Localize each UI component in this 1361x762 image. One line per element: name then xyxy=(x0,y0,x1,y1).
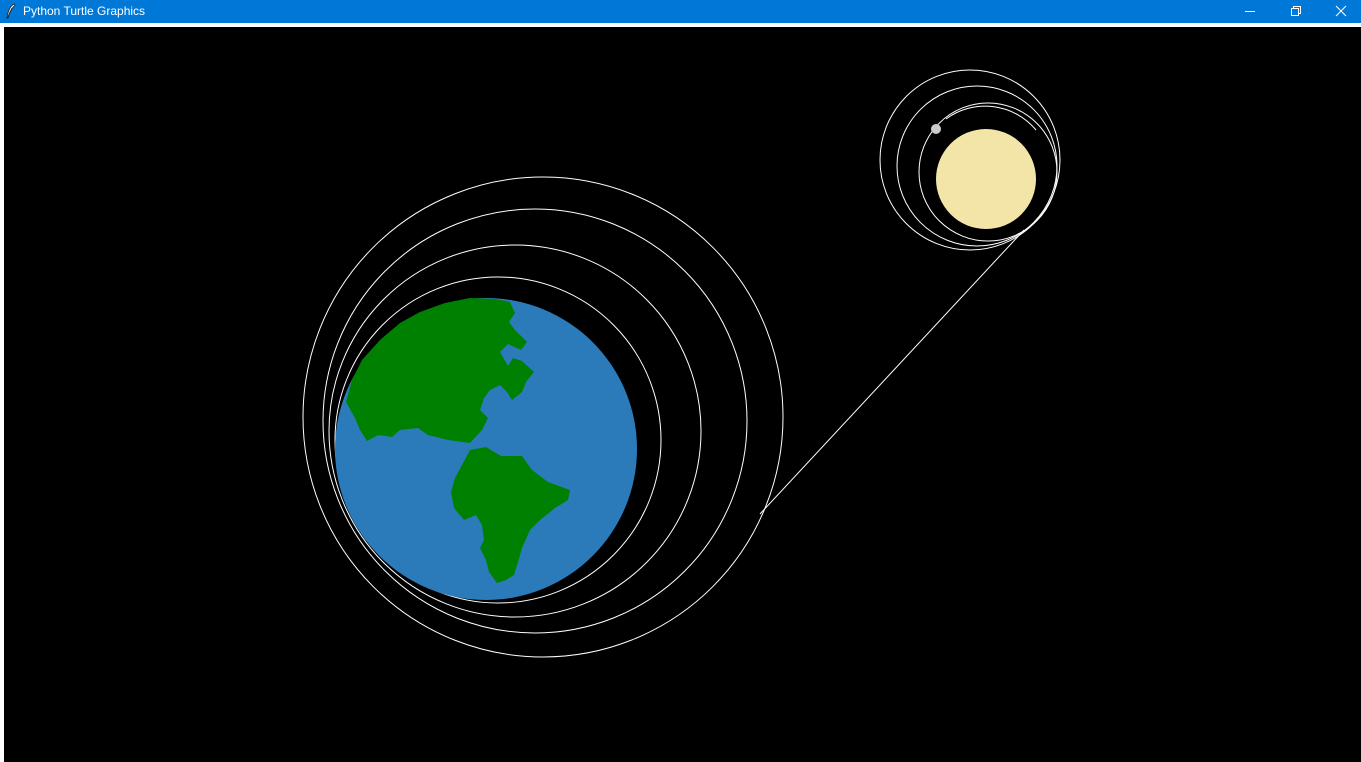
restore-button[interactable] xyxy=(1273,0,1319,23)
close-icon xyxy=(1335,5,1347,17)
minimize-icon xyxy=(1245,11,1255,12)
transfer-trajectory xyxy=(759,229,1025,515)
restore-icon xyxy=(1291,6,1301,16)
title-bar[interactable]: Python Turtle Graphics xyxy=(0,0,1361,23)
earth xyxy=(335,298,637,600)
moon xyxy=(936,129,1036,229)
feather-icon xyxy=(5,3,17,19)
turtle-canvas[interactable] xyxy=(4,27,1361,762)
spacecraft-turtle xyxy=(931,124,941,134)
window-title: Python Turtle Graphics xyxy=(23,4,146,18)
scene xyxy=(302,69,1061,658)
close-button[interactable] xyxy=(1318,0,1361,23)
minimize-button[interactable] xyxy=(1227,0,1273,23)
